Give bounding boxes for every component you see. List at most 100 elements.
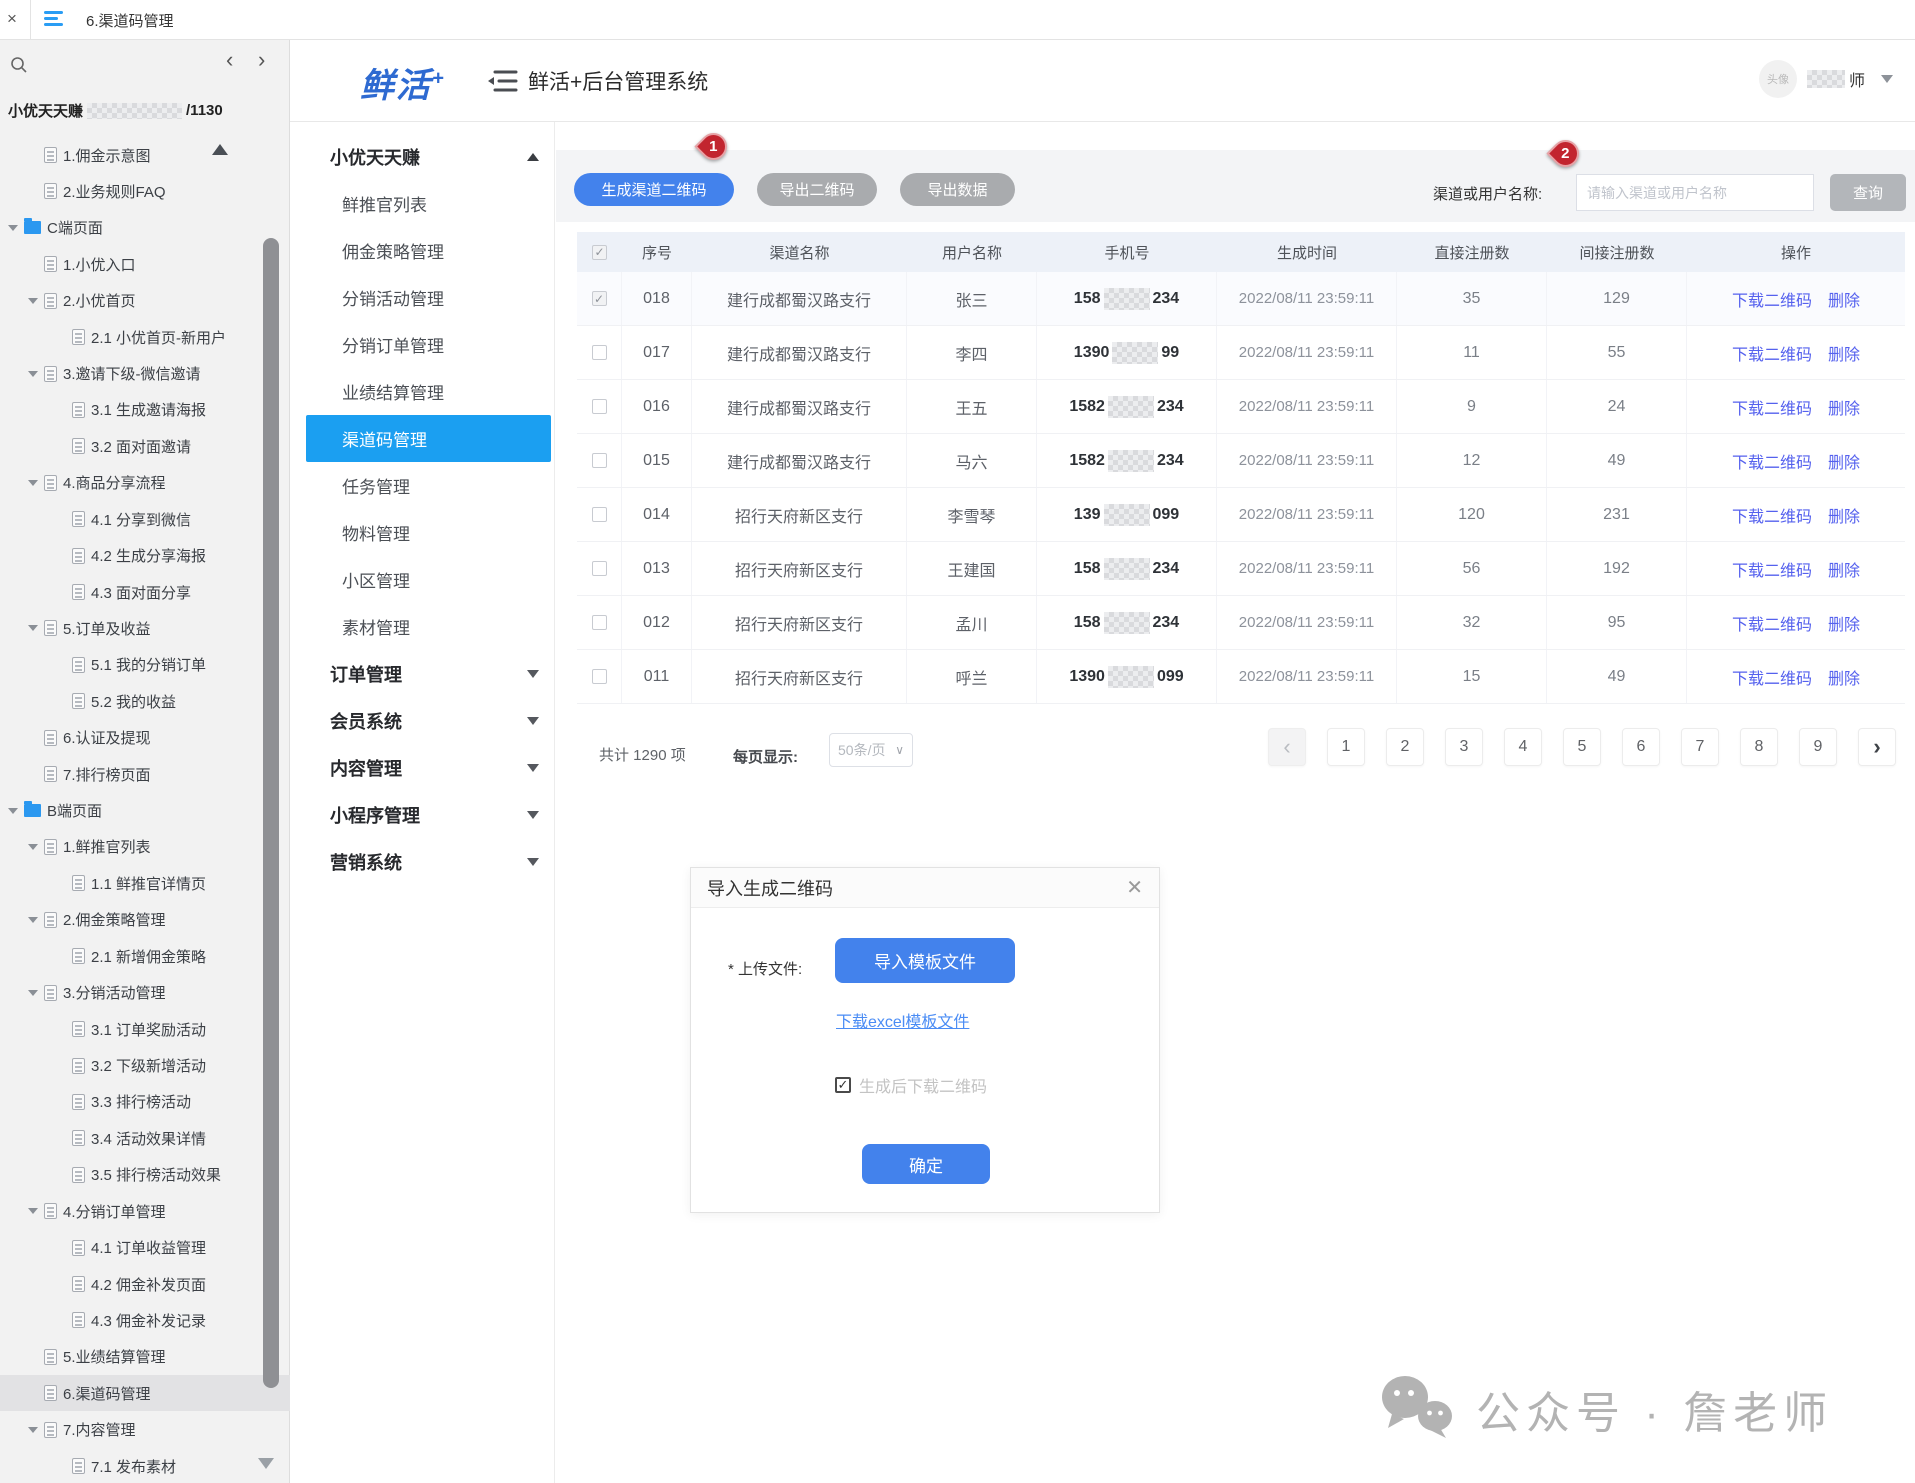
close-icon[interactable]: × (7, 9, 17, 29)
confirm-button[interactable]: 确定 (862, 1144, 990, 1184)
sidebar-item-任务管理[interactable]: 任务管理 (290, 462, 555, 509)
caret-down-icon[interactable] (26, 1206, 40, 1216)
row-checkbox[interactable]: ✓ (592, 345, 607, 360)
tree-item-3.邀请下级-微信邀请[interactable]: 3.邀请下级-微信邀请 (0, 356, 290, 392)
caret-down-icon[interactable] (26, 369, 40, 379)
row-checkbox[interactable]: ✓ (592, 615, 607, 630)
user-area[interactable]: 头像 师 (1759, 60, 1893, 98)
caret-down-icon[interactable] (26, 478, 40, 488)
download-qr-link[interactable]: 下载二维码 (1732, 395, 1812, 419)
tree-item-5.业绩结算管理[interactable]: 5.业绩结算管理 (0, 1339, 290, 1375)
page-button-7[interactable]: 7 (1681, 728, 1719, 766)
tree-item-C端页面[interactable]: C端页面 (0, 210, 290, 246)
sidebar-item-分销订单管理[interactable]: 分销订单管理 (290, 321, 555, 368)
chevron-down-icon[interactable] (1881, 75, 1893, 83)
tree-item-3.1 生成邀请海报[interactable]: 3.1 生成邀请海报 (0, 392, 290, 428)
tree-item-3.5 排行榜活动效果[interactable]: 3.5 排行榜活动效果 (0, 1157, 290, 1193)
delete-link[interactable]: 删除 (1828, 503, 1860, 527)
download-after-generate-option[interactable]: ✓ 生成后下载二维码 (835, 1073, 987, 1097)
select-all-checkbox[interactable]: ✓ (592, 245, 607, 260)
tree-item-2.佣金策略管理[interactable]: 2.佣金策略管理 (0, 902, 290, 938)
tree-item-7.1 发布素材[interactable]: 7.1 发布素材 (0, 1448, 290, 1483)
caret-down-icon[interactable] (26, 988, 40, 998)
sidebar-item-订单管理[interactable]: 订单管理 (290, 650, 555, 697)
avatar[interactable]: 头像 (1759, 60, 1797, 98)
page-button-6[interactable]: 6 (1622, 728, 1660, 766)
sidebar-item-营销系统[interactable]: 营销系统 (290, 838, 555, 885)
page-button-4[interactable]: 4 (1504, 728, 1542, 766)
page-button-9[interactable]: 9 (1799, 728, 1837, 766)
chevron-down-icon[interactable] (527, 764, 539, 772)
tree-item-5.2 我的收益[interactable]: 5.2 我的收益 (0, 683, 290, 719)
menu-icon[interactable] (44, 11, 64, 29)
tree-item-3.分销活动管理[interactable]: 3.分销活动管理 (0, 975, 290, 1011)
download-qr-link[interactable]: 下载二维码 (1732, 611, 1812, 635)
tree-item-4.分销订单管理[interactable]: 4.分销订单管理 (0, 1193, 290, 1229)
tree-item-2.1 小优首页-新用户[interactable]: 2.1 小优首页-新用户 (0, 319, 290, 355)
tree-item-7.内容管理[interactable]: 7.内容管理 (0, 1412, 290, 1448)
download-qr-link[interactable]: 下载二维码 (1732, 557, 1812, 581)
delete-link[interactable]: 删除 (1828, 557, 1860, 581)
tree-item-3.2 下级新增活动[interactable]: 3.2 下级新增活动 (0, 1048, 290, 1084)
row-checkbox[interactable]: ✓ (592, 399, 607, 414)
tree-item-4.1 分享到微信[interactable]: 4.1 分享到微信 (0, 501, 290, 537)
row-checkbox[interactable]: ✓ (592, 561, 607, 576)
sidebar-item-内容管理[interactable]: 内容管理 (290, 744, 555, 791)
tree-item-3.4 活动效果详情[interactable]: 3.4 活动效果详情 (0, 1120, 290, 1156)
caret-down-icon[interactable] (26, 296, 40, 306)
tree-item-3.1 订单奖励活动[interactable]: 3.1 订单奖励活动 (0, 1011, 290, 1047)
row-checkbox[interactable]: ✓ (592, 453, 607, 468)
sidebar-item-佣金策略管理[interactable]: 佣金策略管理 (290, 227, 555, 274)
delete-link[interactable]: 删除 (1828, 287, 1860, 311)
prev-page-button[interactable]: ‹ (1268, 728, 1306, 766)
sidebar-item-业绩结算管理[interactable]: 业绩结算管理 (290, 368, 555, 415)
export-qr-button[interactable]: 导出二维码 (757, 173, 877, 206)
caret-down-icon[interactable] (26, 842, 40, 852)
download-qr-link[interactable]: 下载二维码 (1732, 449, 1812, 473)
tree-item-3.2 面对面邀请[interactable]: 3.2 面对面邀请 (0, 428, 290, 464)
next-page-button[interactable]: › (1858, 728, 1896, 766)
chevron-down-icon[interactable] (527, 717, 539, 725)
checkbox-checked-icon[interactable]: ✓ (835, 1077, 851, 1093)
tree-item-4.3 佣金补发记录[interactable]: 4.3 佣金补发记录 (0, 1302, 290, 1338)
tree-item-2.1 新增佣金策略[interactable]: 2.1 新增佣金策略 (0, 938, 290, 974)
caret-down-icon[interactable] (26, 1425, 40, 1435)
tree-item-2.小优首页[interactable]: 2.小优首页 (0, 283, 290, 319)
row-checkbox[interactable]: ✓ (592, 291, 607, 306)
chevron-down-icon[interactable] (527, 811, 539, 819)
tree-item-2.业务规则FAQ[interactable]: 2.业务规则FAQ (0, 173, 290, 209)
sidebar-item-分销活动管理[interactable]: 分销活动管理 (290, 274, 555, 321)
search-input[interactable] (1576, 174, 1814, 211)
per-page-select[interactable]: 50条/页 ∨ (829, 733, 913, 767)
caret-down-icon[interactable] (26, 915, 40, 925)
download-qr-link[interactable]: 下载二维码 (1732, 341, 1812, 365)
query-button[interactable]: 查询 (1830, 174, 1906, 211)
page-button-5[interactable]: 5 (1563, 728, 1601, 766)
download-qr-link[interactable]: 下载二维码 (1732, 665, 1812, 689)
delete-link[interactable]: 删除 (1828, 665, 1860, 689)
delete-link[interactable]: 删除 (1828, 611, 1860, 635)
tree-item-6.渠道码管理[interactable]: 6.渠道码管理 (0, 1375, 290, 1411)
menu-fold-icon[interactable] (486, 68, 518, 99)
row-checkbox[interactable]: ✓ (592, 507, 607, 522)
download-template-link[interactable]: 下载excel模板文件 (836, 1008, 969, 1032)
page-button-8[interactable]: 8 (1740, 728, 1778, 766)
tree-item-6.认证及提现[interactable]: 6.认证及提现 (0, 720, 290, 756)
sidebar-item-渠道码管理[interactable]: 渠道码管理 (306, 415, 551, 462)
tree-item-1.1 鲜推官详情页[interactable]: 1.1 鲜推官详情页 (0, 865, 290, 901)
delete-link[interactable]: 删除 (1828, 395, 1860, 419)
tree-item-4.1 订单收益管理[interactable]: 4.1 订单收益管理 (0, 1230, 290, 1266)
tree-item-4.2 佣金补发页面[interactable]: 4.2 佣金补发页面 (0, 1266, 290, 1302)
tree-item-1.佣金示意图[interactable]: 1.佣金示意图 (0, 137, 290, 173)
tree-item-1.鲜推官列表[interactable]: 1.鲜推官列表 (0, 829, 290, 865)
page-button-1[interactable]: 1 (1327, 728, 1365, 766)
sidebar-item-会员系统[interactable]: 会员系统 (290, 697, 555, 744)
sidebar-item-素材管理[interactable]: 素材管理 (290, 603, 555, 650)
download-qr-link[interactable]: 下载二维码 (1732, 503, 1812, 527)
export-data-button[interactable]: 导出数据 (900, 173, 1015, 206)
row-checkbox[interactable]: ✓ (592, 669, 607, 684)
tree-item-1.小优入口[interactable]: 1.小优入口 (0, 246, 290, 282)
sidebar-item-小程序管理[interactable]: 小程序管理 (290, 791, 555, 838)
generate-qr-button[interactable]: 生成渠道二维码 (574, 173, 734, 206)
page-button-2[interactable]: 2 (1386, 728, 1424, 766)
